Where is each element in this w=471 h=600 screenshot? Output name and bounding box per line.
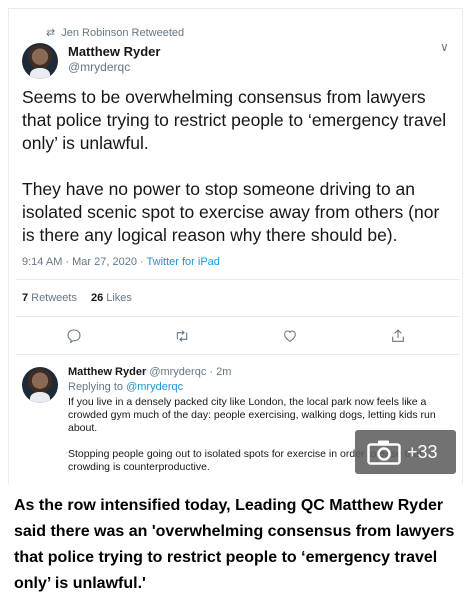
reply-author-handle[interactable]: @mryderqc · 2m bbox=[149, 366, 231, 378]
tweet-source-link[interactable]: Twitter for iPad bbox=[147, 256, 220, 268]
replying-to: Replying to @mryderqc bbox=[68, 381, 184, 393]
gallery-count-badge[interactable]: +33 bbox=[355, 430, 456, 474]
share-icon[interactable] bbox=[390, 328, 410, 348]
avatar[interactable] bbox=[22, 367, 58, 403]
gallery-count: +33 bbox=[407, 441, 438, 462]
camera-icon bbox=[367, 440, 401, 465]
divider bbox=[16, 279, 460, 280]
author-name[interactable]: Matthew Ryder bbox=[68, 44, 160, 59]
retweet-icon: ⇄ bbox=[46, 27, 56, 39]
heart-icon[interactable] bbox=[282, 328, 302, 348]
tweet-stats: 7 Retweets 26 Likes bbox=[22, 292, 132, 304]
likes-stat[interactable]: 26 Likes bbox=[91, 292, 132, 304]
tweet-paragraph: They have no power to stop someone drivi… bbox=[22, 179, 440, 245]
retweeted-by-label: Jen Robinson Retweeted bbox=[61, 26, 185, 39]
tweet-time[interactable]: 9:14 AM · Mar 27, 2020 · bbox=[22, 256, 147, 268]
retweets-stat[interactable]: 7 Retweets bbox=[22, 292, 77, 304]
retweet-context: ⇄ Jen Robinson Retweeted bbox=[46, 26, 185, 40]
reply-header: Matthew Ryder @mryderqc · 2m bbox=[68, 366, 231, 378]
reply-author-name[interactable]: Matthew Ryder bbox=[68, 366, 146, 378]
tweet-timestamp: 9:14 AM · Mar 27, 2020 · Twitter for iPa… bbox=[22, 256, 220, 268]
mention-link[interactable]: @mryderqc bbox=[126, 381, 183, 393]
tweet-text: Seems to be overwhelming consensus from … bbox=[22, 86, 454, 247]
author-handle[interactable]: @mryderqc bbox=[68, 60, 130, 74]
action-bar bbox=[0, 328, 471, 348]
avatar[interactable] bbox=[22, 43, 58, 79]
reply-icon[interactable] bbox=[66, 328, 86, 348]
divider bbox=[16, 316, 460, 317]
chevron-down-icon[interactable]: ∨ bbox=[440, 40, 449, 54]
retweet-icon[interactable] bbox=[174, 328, 194, 348]
image-caption: As the row intensified today, Leading QC… bbox=[14, 497, 455, 592]
tweet-paragraph: Seems to be overwhelming consensus from … bbox=[22, 87, 447, 153]
divider bbox=[16, 354, 460, 355]
tweet-screenshot: ⇄ Jen Robinson Retweeted Matthew Ryder @… bbox=[0, 0, 471, 484]
